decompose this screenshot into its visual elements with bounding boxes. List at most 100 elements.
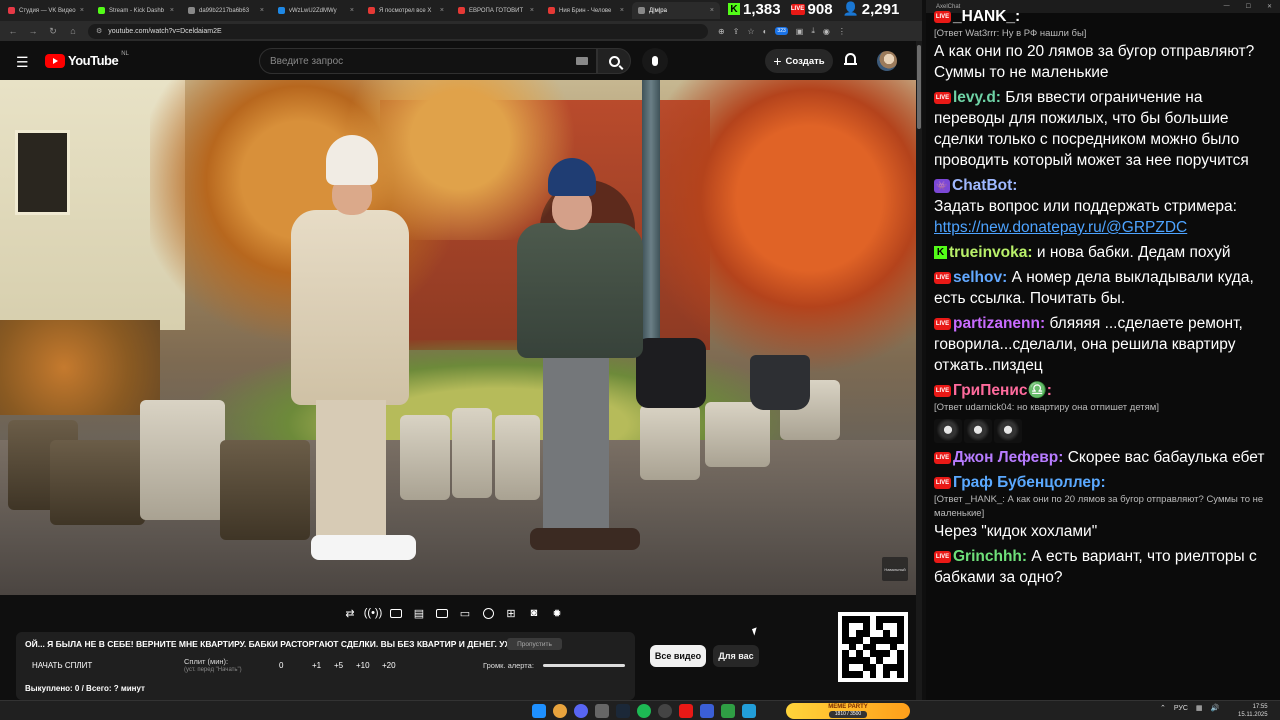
chat-window: AxelChat — ☐ ✕ LIVE _HANK_: [Ответ Wat3rrr…	[926, 0, 1280, 700]
browser-tab[interactable]: Студия — VK Видео ×	[2, 2, 90, 19]
back-icon[interactable]: ←	[6, 24, 20, 38]
keyboard-icon[interactable]	[576, 57, 588, 65]
video-person-left	[286, 135, 416, 575]
split-plus-20-button[interactable]: +20	[382, 661, 396, 670]
tab-close-icon[interactable]: ×	[530, 7, 534, 14]
hamburger-menu-icon[interactable]: ☰	[16, 54, 29, 71]
browser-tab[interactable]: Я посмотрел все Х ×	[362, 2, 450, 19]
skip-button[interactable]: Пропустить	[507, 638, 562, 650]
browser-tab[interactable]: da99b2217ba6b63 ×	[182, 2, 270, 19]
zoom-icon[interactable]: ⊕	[718, 27, 725, 36]
browser-tab[interactable]: Д|м|ра ×	[632, 2, 720, 19]
system-clock[interactable]: 17:55 15.11.2025	[1238, 703, 1268, 719]
discord-icon[interactable]	[574, 704, 588, 718]
person-icon: 👤	[842, 1, 859, 16]
site-info-icon[interactable]: ⚙	[96, 27, 102, 35]
tab-close-icon[interactable]: ×	[710, 7, 714, 14]
video-player[interactable]: Навальный	[0, 80, 916, 595]
tab-close-icon[interactable]: ×	[170, 7, 174, 14]
alert-volume-slider[interactable]	[543, 664, 625, 667]
live-badge-icon: LIVE	[934, 384, 951, 397]
chat-author[interactable]: Grinchhh:	[953, 548, 1027, 565]
browser-tab[interactable]: Ния Брин - Челове ×	[542, 2, 630, 19]
youtube-logo[interactable]: YouTube NL	[45, 51, 129, 68]
language-indicator[interactable]: РУС	[1174, 705, 1188, 712]
loop-icon[interactable]: ⇄	[342, 606, 358, 620]
chat-author[interactable]: Граф Бубенцоллер:	[953, 474, 1106, 491]
app-icon[interactable]	[700, 704, 714, 718]
download-icon[interactable]: ⤓	[811, 26, 815, 36]
chat-author[interactable]: ChatBot:	[952, 177, 1017, 194]
chip-for-you[interactable]: Для вас	[713, 645, 759, 667]
chat-author[interactable]: levy.d:	[953, 89, 1001, 106]
split-plus-10-button[interactable]: +10	[356, 661, 370, 670]
browser-tab[interactable]: Stream - Kick Dashb ×	[92, 2, 180, 19]
forward-icon[interactable]: →	[26, 24, 40, 38]
clapperboard-icon[interactable]: ▤	[411, 606, 427, 620]
spotify-icon[interactable]	[637, 704, 651, 718]
network-icon[interactable]: ▦	[1196, 704, 1203, 712]
tray-chevron-icon[interactable]: ⌃	[1160, 704, 1166, 712]
channel-watermark[interactable]: Навальный	[882, 557, 908, 581]
search-button[interactable]	[597, 48, 631, 74]
live-badge-icon: LIVE	[934, 317, 951, 330]
page-scrollbar[interactable]	[916, 41, 922, 700]
audio-icon[interactable]: ((•))	[364, 606, 383, 620]
obs-icon[interactable]	[595, 704, 609, 718]
speed-gauge-icon[interactable]	[480, 606, 496, 620]
steam-icon[interactable]	[616, 704, 630, 718]
create-button[interactable]: + Создать	[765, 49, 833, 73]
tab-close-icon[interactable]: ×	[620, 7, 624, 14]
video-log	[452, 408, 492, 498]
address-bar[interactable]: ⚙ youtube.com/watch?v=Dceldaiam2E	[88, 23, 708, 39]
browser-tab[interactable]: ЕВРОПА ГОТОВИТ ×	[452, 2, 540, 19]
volume-icon[interactable]: 🔊	[1211, 704, 1220, 712]
start-split-button[interactable]: НАЧАТЬ СПЛИТ	[32, 661, 92, 670]
windows-start-icon[interactable]	[532, 704, 546, 718]
chat-author[interactable]: trueinvoka:	[949, 244, 1033, 261]
chat-author[interactable]: partizanenn:	[953, 315, 1045, 332]
chat-author[interactable]: Джон Лефевр:	[953, 449, 1063, 466]
tab-label: Студия — VK Видео	[19, 7, 76, 14]
extension-icon[interactable]: ◐	[763, 27, 768, 36]
share-icon[interactable]: ⇪	[733, 27, 740, 36]
screenshot-settings-icon[interactable]	[388, 606, 404, 620]
tab-close-icon[interactable]: ×	[440, 7, 444, 14]
camera-icon[interactable]: ◙	[526, 606, 542, 620]
tab-close-icon[interactable]: ×	[350, 7, 354, 14]
browser-tab[interactable]: vWzLwU2ZdMWy ×	[272, 2, 360, 19]
chat-reply-quote: [Ответ udarnick04: но квартиру она отпиш…	[934, 402, 1159, 413]
home-icon[interactable]: ⌂	[66, 24, 80, 38]
account-avatar[interactable]	[877, 51, 897, 71]
menu-icon[interactable]: ⋮	[838, 27, 846, 36]
extension-badge[interactable]: 323	[775, 27, 788, 35]
chat-link[interactable]: https://new.donatepay.ru/@GRPZDC	[934, 217, 1274, 238]
picture-in-picture-icon[interactable]	[434, 606, 450, 620]
app-icon[interactable]	[679, 704, 693, 718]
notifications-bell-icon[interactable]	[844, 53, 857, 67]
voice-search-button[interactable]	[642, 48, 668, 74]
search-input[interactable]: Введите запрос	[259, 48, 597, 74]
add-video-icon[interactable]: ⊞	[503, 606, 519, 620]
puzzle-icon[interactable]: ▣	[796, 27, 804, 36]
tab-close-icon[interactable]: ×	[260, 7, 264, 14]
app-icon[interactable]	[658, 704, 672, 718]
app-icon[interactable]	[721, 704, 735, 718]
chat-message: LIVE Джон Лефевр: Скорее вас бабаулька еб…	[934, 447, 1274, 468]
bookmark-star-icon[interactable]: ☆	[747, 27, 754, 36]
chat-author[interactable]: ГриПенис♎:	[953, 382, 1052, 399]
scrollbar-thumb[interactable]	[917, 45, 921, 129]
reload-icon[interactable]: ↻	[46, 24, 60, 38]
meme-party-widget[interactable]: MEME PARTY 1810 / 3500	[786, 703, 910, 719]
chat-author[interactable]: _HANK_:	[953, 8, 1020, 25]
tab-close-icon[interactable]: ×	[80, 7, 84, 14]
telegram-icon[interactable]	[742, 704, 756, 718]
chat-author[interactable]: selhov:	[953, 269, 1007, 286]
chip-all-videos[interactable]: Все видео	[650, 645, 706, 667]
profile-icon[interactable]: ◉	[823, 27, 830, 36]
chrome-icon[interactable]	[553, 704, 567, 718]
split-plus-5-button[interactable]: +5	[334, 661, 343, 670]
split-plus-1-button[interactable]: +1	[312, 661, 321, 670]
cinema-mode-icon[interactable]: ▭	[457, 606, 473, 620]
settings-gear-icon[interactable]: ✹	[549, 606, 565, 620]
